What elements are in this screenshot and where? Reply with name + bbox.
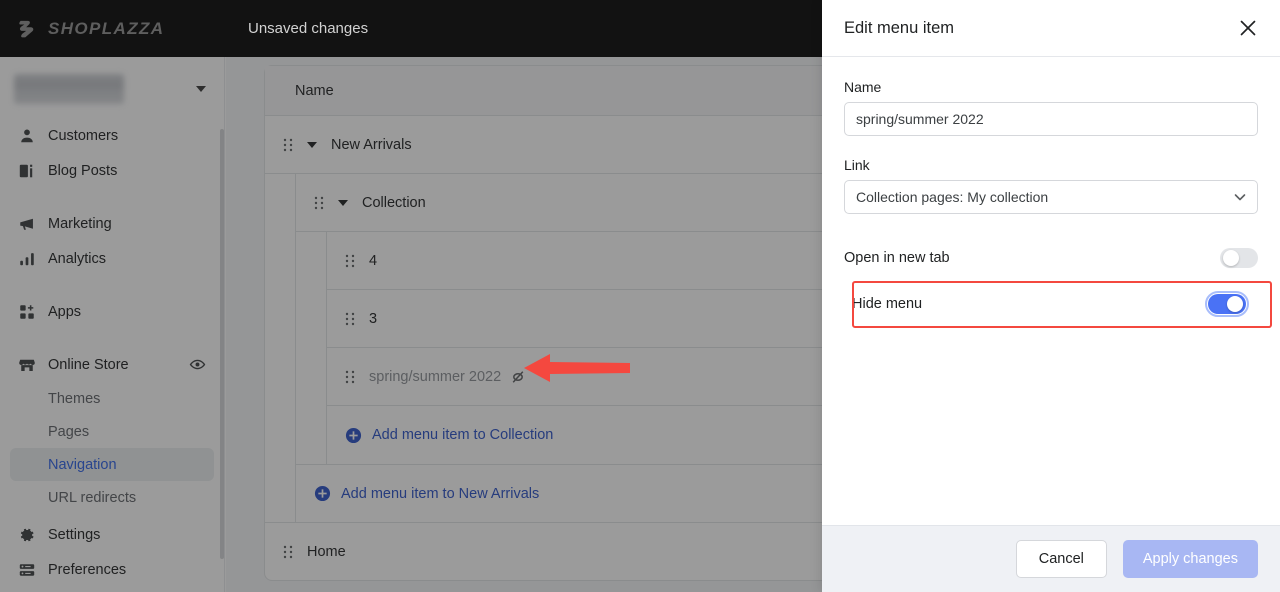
open-in-new-tab-label: Open in new tab <box>844 250 950 266</box>
brand-text: SHOPLAZZA <box>48 18 165 38</box>
drawer-header: Edit menu item <box>822 0 1280 57</box>
apply-changes-button[interactable]: Apply changes <box>1122 540 1258 578</box>
brand[interactable]: SHOPLAZZA <box>0 19 247 39</box>
link-select-value: Collection pages: My collection <box>856 189 1049 205</box>
chevron-down-icon <box>1232 189 1248 205</box>
drawer-footer: Cancel Apply changes <box>822 525 1280 592</box>
hide-menu-label: Hide menu <box>852 296 923 312</box>
link-select[interactable]: Collection pages: My collection <box>844 180 1258 214</box>
cancel-button[interactable]: Cancel <box>1015 540 1107 578</box>
name-input-value: spring/summer 2022 <box>856 111 984 127</box>
name-input[interactable]: spring/summer 2022 <box>844 102 1258 136</box>
open-in-new-tab-row[interactable]: Open in new tab <box>844 235 1258 281</box>
name-field-label: Name <box>844 79 882 95</box>
shoplazza-logo-icon <box>17 19 39 39</box>
toggle-knob <box>1223 250 1239 266</box>
close-icon[interactable] <box>1238 18 1258 38</box>
hide-menu-row-wrapper: Hide menu <box>844 281 1272 328</box>
page-title: Edit menu item <box>844 18 955 37</box>
edit-menu-item-drawer: Edit menu item Name spring/summer 2022 L… <box>822 0 1280 592</box>
annotation-arrow <box>524 352 630 384</box>
toggle-knob <box>1227 296 1243 312</box>
hide-menu-row[interactable]: Hide menu <box>844 281 1258 327</box>
hide-menu-toggle[interactable] <box>1205 291 1249 317</box>
screen: SHOPLAZZA Unsaved changes Customers Blog… <box>0 0 1280 592</box>
drawer-body: Name spring/summer 2022 Link Collection … <box>822 57 1280 525</box>
link-field-label: Link <box>844 157 870 173</box>
open-in-new-tab-toggle[interactable] <box>1220 248 1258 268</box>
unsaved-changes-label: Unsaved changes <box>248 20 369 37</box>
